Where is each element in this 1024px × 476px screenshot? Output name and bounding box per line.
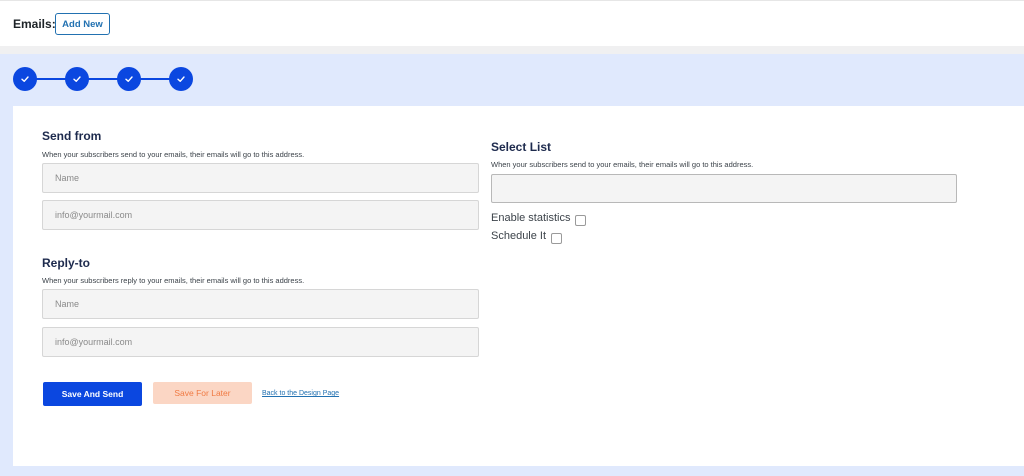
select-list-description: When your subscribers send to your email…	[491, 160, 754, 169]
reply-to-description: When your subscribers reply to your emai…	[42, 276, 305, 285]
reply-to-email-input[interactable]	[42, 327, 479, 357]
settings-card: Send from When your subscribers send to …	[13, 106, 1024, 466]
back-to-design-link[interactable]: Back to the Design Page	[262, 390, 339, 397]
step-1-complete[interactable]	[13, 67, 37, 91]
divider-strip	[0, 46, 1024, 54]
send-from-name-input[interactable]	[42, 163, 479, 193]
step-3-complete[interactable]	[117, 67, 141, 91]
reply-to-title: Reply-to	[42, 256, 90, 270]
schedule-checkbox[interactable]	[551, 233, 563, 244]
save-and-send-button[interactable]: Save And Send	[43, 382, 142, 406]
enable-statistics-checkbox[interactable]	[575, 215, 587, 226]
step-4-complete[interactable]	[169, 67, 193, 91]
send-from-description: When your subscribers send to your email…	[42, 150, 305, 159]
add-new-button[interactable]: Add New	[55, 13, 110, 35]
enable-statistics-label: Enable statistics	[491, 212, 571, 224]
check-icon	[125, 76, 133, 82]
schedule-row: Schedule It	[491, 228, 563, 244]
select-list-title: Select List	[491, 140, 552, 154]
enable-statistics-row: Enable statistics	[491, 210, 587, 226]
stepper-connector-line	[25, 78, 181, 80]
reply-to-name-input[interactable]	[42, 289, 479, 319]
email-settings-page: Emails: Add New Send from When your subs…	[0, 0, 1024, 476]
check-icon	[21, 76, 29, 82]
send-from-title: Send from	[42, 129, 102, 143]
step-2-complete[interactable]	[65, 67, 89, 91]
top-bar: Emails: Add New	[0, 0, 1024, 46]
page-title: Emails:	[13, 17, 56, 31]
schedule-label: Schedule It	[491, 230, 547, 242]
check-icon	[177, 76, 185, 82]
save-for-later-button[interactable]: Save For Later	[153, 382, 252, 404]
check-icon	[73, 76, 81, 82]
send-from-email-input[interactable]	[42, 200, 479, 230]
select-list-dropdown[interactable]	[491, 174, 957, 203]
